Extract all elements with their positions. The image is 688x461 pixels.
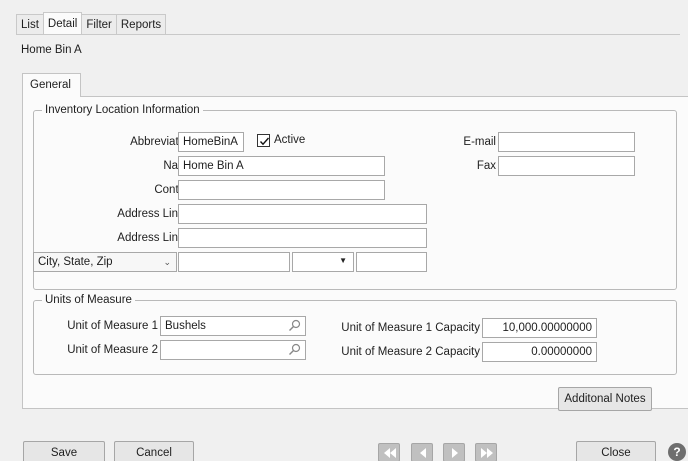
chevron-down-icon: ⌄ <box>163 257 171 267</box>
tab-list[interactable]: List <box>16 14 44 35</box>
city-state-zip-dropdown-value: City, State, Zip <box>38 256 113 268</box>
contact-label: Contact <box>154 184 194 196</box>
search-icon[interactable] <box>288 319 301 332</box>
tab-general[interactable]: General <box>22 73 81 97</box>
inventory-location-group: Inventory Location Information Abbreviat… <box>33 103 677 290</box>
tab-detail[interactable]: Detail <box>42 12 83 35</box>
email-input[interactable] <box>498 132 635 152</box>
additional-notes-button[interactable]: Additonal Notes <box>558 387 652 411</box>
address-line-1-input[interactable] <box>178 204 427 224</box>
general-panel: Inventory Location Information Abbreviat… <box>22 96 688 411</box>
previous-record-button[interactable] <box>411 443 433 461</box>
address-line-2-input[interactable] <box>178 228 427 248</box>
state-dropdown[interactable]: ▼ <box>292 252 354 272</box>
last-record-icon <box>481 448 493 458</box>
zip-input[interactable] <box>356 252 427 272</box>
search-icon[interactable] <box>288 343 301 356</box>
uom-1-label: Unit of Measure 1 <box>67 320 158 332</box>
inventory-location-legend: Inventory Location Information <box>42 103 203 117</box>
abbreviation-input[interactable]: HomeBinA <box>178 132 244 152</box>
record-title: Home Bin A <box>21 44 82 56</box>
tab-reports[interactable]: Reports <box>115 14 167 35</box>
units-of-measure-legend: Units of Measure <box>42 293 135 307</box>
uom-1-capacity-input[interactable]: 10,000.00000000 <box>482 318 597 338</box>
uom-2-capacity-input[interactable]: 0.00000000 <box>482 342 597 362</box>
abbreviation-label: Abbreviation <box>130 136 194 148</box>
uom-1-capacity-label: Unit of Measure 1 Capacity <box>341 322 480 334</box>
uom-2-input[interactable] <box>160 340 306 360</box>
city-input[interactable] <box>178 252 290 272</box>
uom-1-input[interactable]: Bushels <box>160 316 306 336</box>
next-record-button[interactable] <box>443 443 465 461</box>
first-record-icon <box>384 448 396 458</box>
city-state-zip-dropdown[interactable]: City, State, Zip ⌄ <box>33 252 177 272</box>
units-of-measure-group: Units of Measure Unit of Measure 1 Bushe… <box>33 293 677 375</box>
save-button[interactable]: Save <box>23 441 105 461</box>
active-checkbox-box[interactable] <box>257 133 270 147</box>
tab-divider <box>16 34 680 35</box>
uom-2-label: Unit of Measure 2 <box>67 344 158 356</box>
previous-record-icon <box>420 448 426 458</box>
uom-2-capacity-label: Unit of Measure 2 Capacity <box>341 346 480 358</box>
last-record-button[interactable] <box>475 443 497 461</box>
fax-input[interactable] <box>498 156 635 176</box>
cancel-button[interactable]: Cancel <box>114 441 194 461</box>
dropdown-arrow-icon: ▼ <box>339 256 347 265</box>
next-record-icon <box>452 448 458 458</box>
address-line-2-label: Address Line 2 <box>117 232 194 244</box>
name-input[interactable]: Home Bin A <box>178 156 385 176</box>
tab-filter[interactable]: Filter <box>81 14 117 35</box>
top-tab-bar: List Detail Filter Reports <box>16 12 167 35</box>
name-label: Name <box>74 156 194 176</box>
uom-1-value: Bushels <box>165 320 206 332</box>
fax-label: Fax <box>476 160 496 172</box>
active-checkbox[interactable]: Active <box>257 130 305 150</box>
address-line-1-label: Address Line 1 <box>117 208 194 220</box>
active-label: Active <box>274 134 306 146</box>
help-icon[interactable]: ? <box>668 443 686 461</box>
close-button[interactable]: Close <box>576 441 656 461</box>
email-label: E-mail <box>463 136 496 148</box>
first-record-button[interactable] <box>378 443 400 461</box>
contact-input[interactable] <box>178 180 385 200</box>
